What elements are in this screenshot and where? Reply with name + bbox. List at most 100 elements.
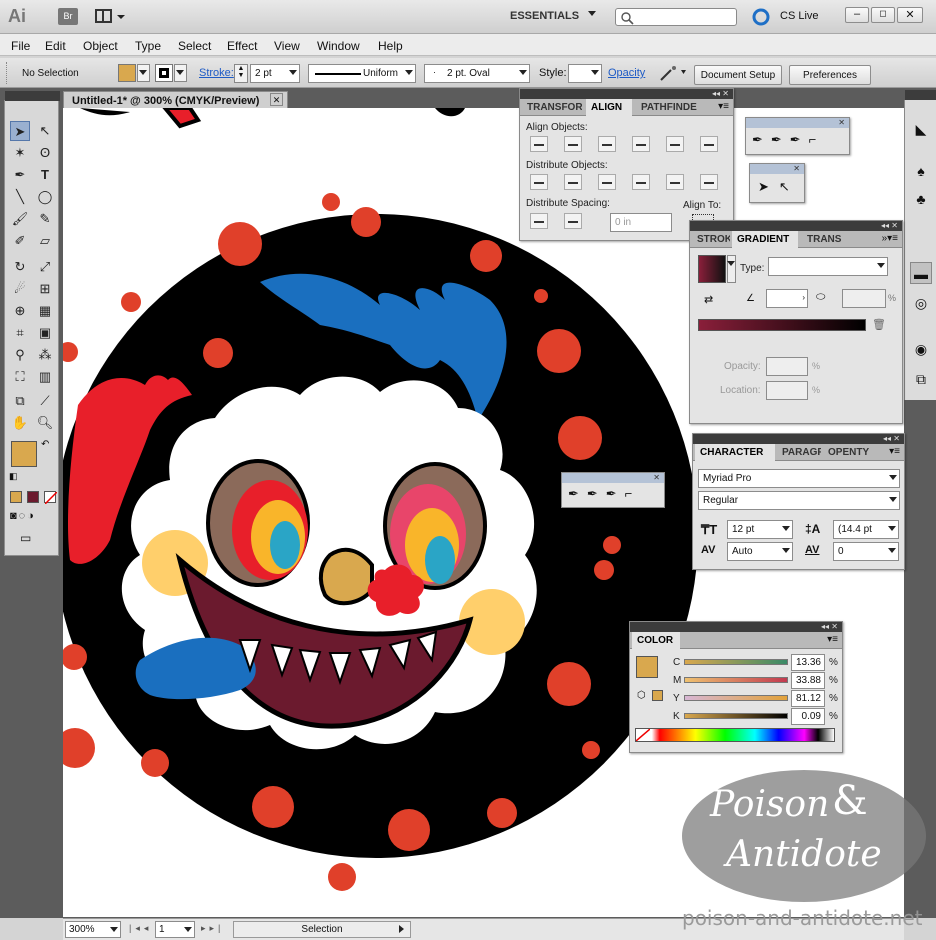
- vertical-spacing-icon[interactable]: [530, 213, 548, 229]
- tab-pathfinder[interactable]: PATHFINDE: [636, 99, 698, 116]
- cyan-slider[interactable]: [684, 659, 788, 665]
- align-left-icon[interactable]: [530, 136, 548, 152]
- mesh-tool-icon[interactable]: ⌗: [10, 323, 30, 343]
- gradient-slider[interactable]: [698, 319, 866, 331]
- none-mode-icon[interactable]: [44, 491, 58, 505]
- artboard-number-field[interactable]: 1: [155, 921, 195, 938]
- leading-field[interactable]: (14.4 pt: [833, 520, 899, 539]
- perspective-grid-tool-icon[interactable]: ▦: [35, 301, 55, 321]
- pen-tools-icons-2[interactable]: ✒✒✒⌐: [568, 486, 640, 502]
- selection-tools-icons[interactable]: ➤↖: [758, 179, 800, 195]
- align-vcenter-icon[interactable]: [666, 136, 684, 152]
- color-guide-icon[interactable]: ◣: [910, 118, 932, 140]
- maximize-button[interactable]: ◻: [871, 7, 895, 23]
- cslive-menu[interactable]: CS Live: [780, 10, 819, 22]
- font-size-field[interactable]: 12 pt: [727, 520, 793, 539]
- drawing-modes-icon[interactable]: ◙◌◑: [10, 510, 56, 524]
- slice-tool-icon[interactable]: ⟋: [35, 391, 55, 411]
- brush-definition[interactable]: · 2 pt. Oval: [424, 64, 530, 83]
- symbol-sprayer-tool-icon[interactable]: ⛶: [10, 367, 30, 387]
- location-field[interactable]: [766, 381, 808, 400]
- tracking-field[interactable]: 0: [833, 542, 899, 561]
- stroke-weight-stepper[interactable]: ▲ ▼: [234, 64, 248, 83]
- gradient-swatch[interactable]: [698, 255, 726, 283]
- eyedropper-tool-icon[interactable]: ⚲: [10, 345, 30, 365]
- gradient-swatch-dropdown[interactable]: [727, 255, 736, 283]
- menu-object[interactable]: Object: [83, 39, 118, 53]
- direct-selection-tool-icon[interactable]: ↖: [35, 121, 55, 141]
- menu-file[interactable]: File: [11, 39, 30, 53]
- reverse-gradient-icon[interactable]: ⇄: [704, 293, 713, 306]
- tab-transparency[interactable]: TRANS: [802, 231, 842, 248]
- bridge-button[interactable]: Br: [58, 8, 78, 25]
- distribute-bottom-icon[interactable]: [598, 174, 616, 190]
- distribute-hcenter-icon[interactable]: [666, 174, 684, 190]
- spacing-value-field[interactable]: 0 in: [610, 213, 672, 232]
- character-menu-icon[interactable]: ▾≡: [889, 446, 900, 457]
- align-top-icon[interactable]: [632, 136, 650, 152]
- stroke-dropdown[interactable]: [174, 64, 187, 82]
- aspect-ratio-field[interactable]: [842, 289, 886, 308]
- variable-width-profile[interactable]: Uniform: [308, 64, 416, 83]
- paintbrush-tool-icon[interactable]: 🖌: [10, 209, 30, 229]
- delete-stop-icon[interactable]: 🗑︎: [872, 318, 886, 331]
- scale-tool-icon[interactable]: ⤢: [35, 257, 55, 277]
- document-tab[interactable]: Untitled-1* @ 300% (CMYK/Preview) ✕: [63, 91, 288, 108]
- column-graph-tool-icon[interactable]: ▥: [35, 367, 55, 387]
- menu-effect[interactable]: Effect: [227, 39, 257, 53]
- gradient-mode-icon[interactable]: [27, 491, 39, 503]
- opacity-field[interactable]: [766, 357, 808, 376]
- shape-builder-tool-icon[interactable]: ⊕: [10, 301, 30, 321]
- kerning-field[interactable]: Auto: [727, 542, 793, 561]
- character-collapse-icon[interactable]: ◂◂ ✕: [693, 434, 904, 444]
- transparency-icon[interactable]: ◎: [910, 292, 932, 314]
- color-menu-icon[interactable]: ▾≡: [827, 634, 838, 645]
- color-mode-icon[interactable]: [10, 491, 22, 503]
- yellow-field[interactable]: 81.12: [791, 690, 825, 707]
- align-right-icon[interactable]: [598, 136, 616, 152]
- color-spectrum[interactable]: [635, 728, 835, 742]
- lasso-tool-icon[interactable]: ʘ: [35, 143, 55, 163]
- ellipse-tool-icon[interactable]: ◯: [35, 187, 55, 207]
- tab-align[interactable]: ALIGN: [586, 99, 632, 116]
- magenta-field[interactable]: 33.88: [791, 672, 825, 689]
- minimize-button[interactable]: –: [845, 7, 869, 23]
- appearance-icon[interactable]: ◉: [910, 338, 932, 360]
- font-style-select[interactable]: Regular: [698, 491, 900, 510]
- document-setup-button[interactable]: Document Setup: [694, 65, 782, 85]
- zoom-field[interactable]: 300%: [65, 921, 121, 938]
- font-family-select[interactable]: Myriad Pro: [698, 469, 900, 488]
- status-menu-icon[interactable]: [399, 925, 404, 933]
- stroke-link[interactable]: Stroke:: [199, 67, 234, 79]
- stroke-swatch[interactable]: [155, 64, 173, 82]
- opacity-link[interactable]: Opacity: [608, 67, 645, 79]
- pencil-tool-icon[interactable]: ✎: [35, 209, 55, 229]
- artboard-nav-next-last-icon[interactable]: ▸▸|: [201, 923, 224, 934]
- warp-tool-icon[interactable]: ☄: [10, 279, 30, 299]
- preferences-button[interactable]: Preferences: [789, 65, 871, 85]
- menu-view[interactable]: View: [274, 39, 300, 53]
- distribute-left-icon[interactable]: [632, 174, 650, 190]
- graphic-style-picker[interactable]: [568, 64, 602, 83]
- cslive-icon[interactable]: [752, 8, 770, 26]
- fill-swatch[interactable]: [118, 64, 136, 82]
- yellow-slider[interactable]: [684, 695, 788, 701]
- cyan-field[interactable]: 13.36: [791, 654, 825, 671]
- tab-character[interactable]: CHARACTER: [695, 444, 775, 461]
- blend-tool-icon[interactable]: ⁂: [35, 345, 55, 365]
- magenta-slider[interactable]: [684, 677, 788, 683]
- panel-menu-icon[interactable]: ▾≡: [718, 101, 729, 112]
- layers-icon[interactable]: ⧉: [910, 368, 932, 390]
- panel-collapse-icon[interactable]: ◂◂ ✕: [520, 89, 733, 99]
- blob-brush-tool-icon[interactable]: ✐: [10, 231, 30, 251]
- free-transform-tool-icon[interactable]: ⊞: [35, 279, 55, 299]
- artboard-tool-icon[interactable]: ⧉: [10, 391, 30, 411]
- status-tool-display[interactable]: Selection: [233, 921, 411, 938]
- menu-type[interactable]: Type: [135, 39, 161, 53]
- rotate-tool-icon[interactable]: ↻: [10, 257, 30, 277]
- web-safe-swatch[interactable]: [652, 690, 663, 701]
- black-slider[interactable]: [684, 713, 788, 719]
- selection-tool-icon[interactable]: ➤: [10, 121, 30, 141]
- pen-tools-icons[interactable]: ✒✒✒⌐: [752, 132, 824, 148]
- color-fill-box[interactable]: [636, 656, 658, 678]
